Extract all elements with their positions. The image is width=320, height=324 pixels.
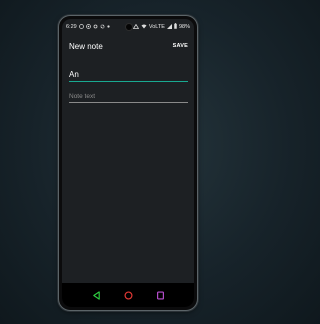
wifi-icon [141,24,147,31]
status-time: 6:29 [66,24,77,30]
recents-icon [156,290,164,300]
settings-icon [100,24,105,31]
phone-screen: 6:29 VoLTE 98% New note SAVE An Note tex… [62,19,194,307]
recents-button[interactable] [153,288,167,302]
status-right: VoLTE 98% [132,23,190,31]
battery-percent: 98% [178,24,190,30]
notification-icon [78,23,84,31]
cell-signal-icon [166,23,172,31]
back-icon [92,290,100,300]
battery-icon [174,23,177,31]
front-camera [126,24,132,30]
page-title: New note [69,41,103,51]
lte-label: VoLTE [148,24,165,30]
note-title-input[interactable] [69,68,188,82]
back-button[interactable] [89,288,103,302]
notification-icon [85,23,91,31]
sync-icon [93,24,98,31]
app-bar: New note SAVE [62,35,194,57]
home-button[interactable] [121,288,135,302]
status-left: 6:29 [66,23,110,31]
save-button[interactable]: SAVE [173,43,188,49]
signal-icon [132,23,140,31]
phone-frame: 6:29 VoLTE 98% New note SAVE An Note tex… [59,16,197,310]
home-icon [123,290,133,300]
dot-icon [107,24,110,30]
navigation-bar [62,283,194,307]
note-text-input[interactable] [69,91,188,103]
